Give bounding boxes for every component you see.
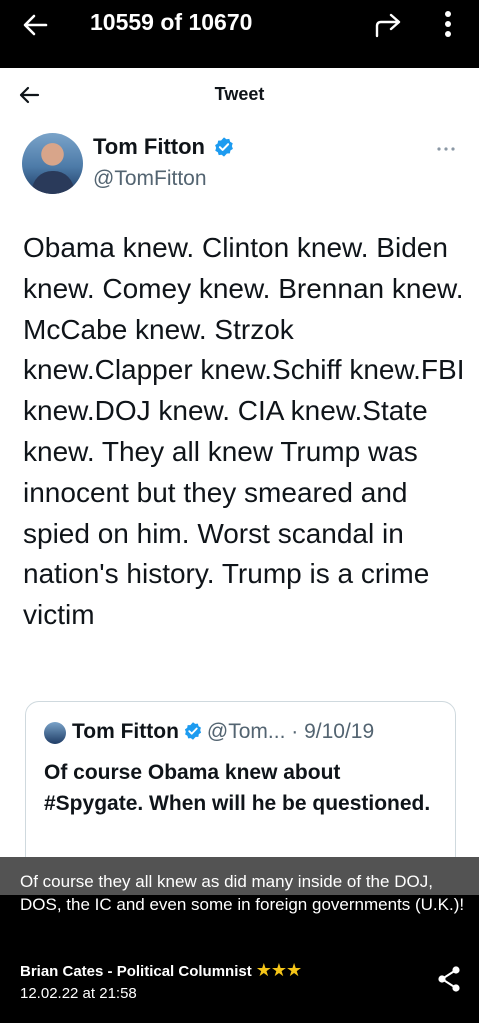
quoted-handle: @Tom... — [206, 720, 286, 743]
back-arrow-icon[interactable] — [20, 10, 50, 40]
quoted-date: · 9/10/19 — [291, 720, 375, 743]
more-horizontal-icon[interactable] — [436, 145, 456, 153]
author-avatar[interactable] — [22, 133, 83, 194]
quoted-verified-icon — [184, 722, 202, 740]
caption-author[interactable]: Brian Cates - Political Columnist ★★★ — [20, 960, 302, 981]
author-handle[interactable]: @TomFitton — [93, 167, 207, 191]
author-name[interactable]: Tom Fitton — [93, 134, 205, 160]
quoted-avatar — [44, 722, 66, 744]
tweet-body: Obama knew. Clinton knew. Biden knew. Co… — [23, 232, 465, 631]
image-counter: 10559 of 10670 — [90, 9, 253, 35]
caption-text: Of course they all knew as did many insi… — [20, 872, 465, 914]
tweet-page-title: Tweet — [214, 84, 265, 104]
viewer-toolbar: 10559 of 10670 — [0, 0, 479, 68]
quoted-name: Tom Fitton — [72, 720, 179, 743]
quoted-header: Tom Fitton @Tom... · 9/10/19 — [72, 720, 374, 744]
caption-timestamp: 12.02.22 at 21:58 — [20, 985, 137, 1002]
author-name-row: Tom Fitton — [93, 134, 235, 164]
tweet-header: Tweet — [0, 68, 479, 118]
more-vertical-icon[interactable] — [436, 8, 460, 40]
forward-icon[interactable] — [372, 10, 404, 40]
rating-stars-icon: ★★★ — [255, 960, 302, 980]
quoted-body: Of course Obama knew about #Spygate. Whe… — [44, 761, 431, 815]
share-icon[interactable] — [436, 965, 462, 993]
verified-badge-icon — [215, 137, 234, 157]
caption-author-name: Brian Cates - Political Columnist — [20, 963, 252, 980]
